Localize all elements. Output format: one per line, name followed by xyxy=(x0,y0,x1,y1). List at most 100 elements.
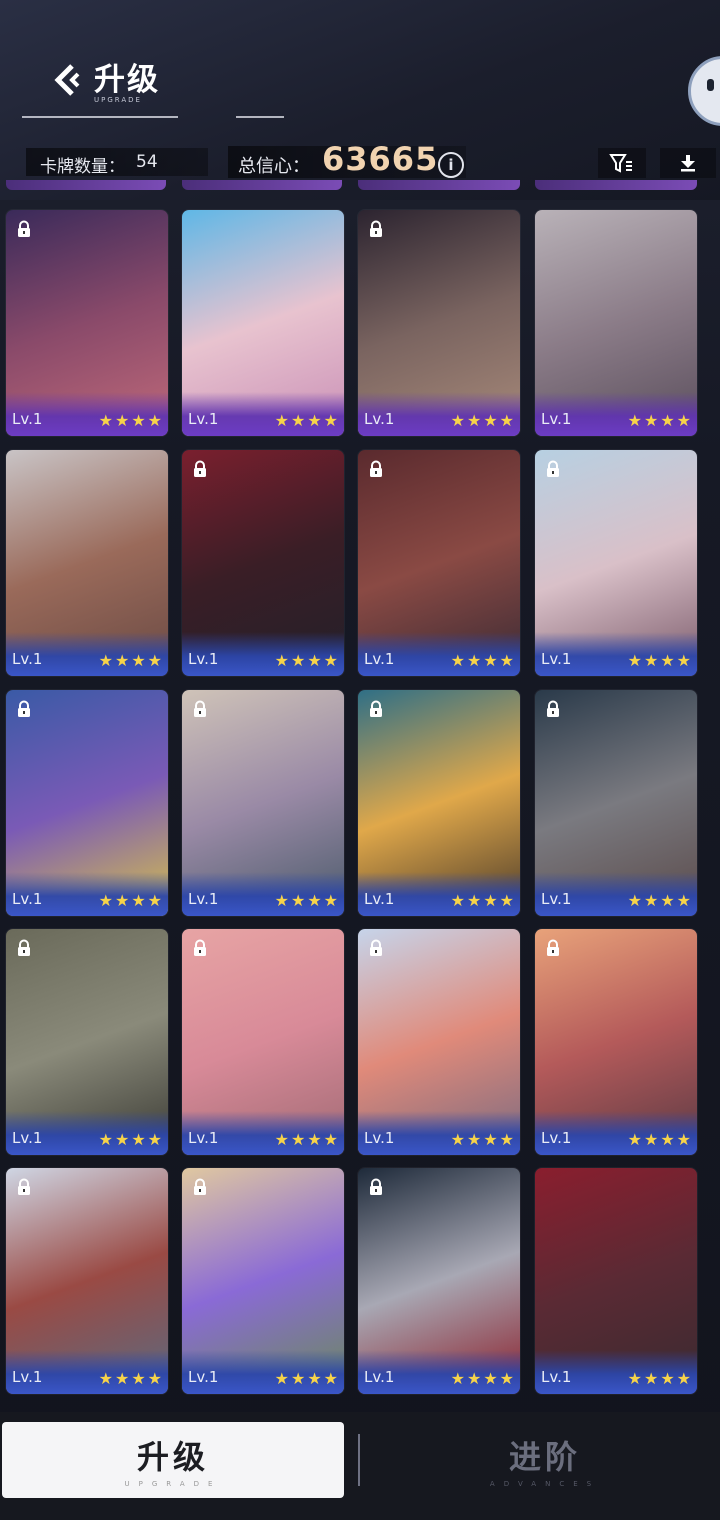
star-icon: ★ xyxy=(643,651,659,670)
page-title-sub: UPGRADE xyxy=(94,96,142,104)
star-icon: ★ xyxy=(98,1369,113,1388)
sort-download-button[interactable] xyxy=(660,148,716,178)
lock-icon xyxy=(194,700,206,717)
card-stars: ★ ★ ★ ★ xyxy=(628,413,691,429)
character-card[interactable]: Lv.1 ★ ★ ★ ★ xyxy=(182,1168,344,1394)
star-icon: ★ xyxy=(627,1369,642,1388)
character-card[interactable]: Lv.1 ★ ★ ★ ★ xyxy=(182,690,344,916)
tab-advance-sub: ADVANCES xyxy=(489,1480,601,1488)
mascot-avatar[interactable] xyxy=(688,56,720,126)
card-level: Lv.1 xyxy=(12,1368,43,1386)
lock-icon xyxy=(370,460,382,477)
card-level: Lv.1 xyxy=(188,410,219,428)
character-card[interactable]: Lv.1 ★ ★ ★ ★ xyxy=(535,929,697,1155)
card-level: Lv.1 xyxy=(12,890,43,908)
star-icon: ★ xyxy=(660,1130,675,1149)
star-icon: ★ xyxy=(131,411,146,430)
lock-icon xyxy=(18,1178,30,1195)
filter-icon xyxy=(609,154,632,173)
star-icon: ★ xyxy=(627,411,642,430)
character-card[interactable]: Lv.1 ★ ★ ★ ★ xyxy=(6,1168,168,1394)
lock-icon xyxy=(547,460,559,477)
card-stars: ★ ★ ★ ★ xyxy=(275,1132,338,1148)
card-stars: ★ ★ ★ ★ xyxy=(628,653,691,669)
star-icon: ★ xyxy=(131,1369,146,1388)
tab-advance-label: 进阶 xyxy=(508,1438,581,1476)
card-level: Lv.1 xyxy=(12,1129,43,1147)
star-icon: ★ xyxy=(290,411,306,430)
character-card[interactable]: Lv.1 ★ ★ ★ ★ xyxy=(182,210,344,436)
character-card[interactable]: Lv.1 ★ ★ ★ ★ xyxy=(358,450,520,676)
star-icon: ★ xyxy=(98,411,113,430)
card-stars: ★ ★ ★ ★ xyxy=(628,1371,691,1387)
back-arrow-icon[interactable] xyxy=(52,62,88,98)
lock-icon xyxy=(547,700,559,717)
star-icon: ★ xyxy=(290,1130,306,1149)
star-icon: ★ xyxy=(307,1130,322,1149)
star-icon: ★ xyxy=(323,1369,338,1388)
character-card[interactable]: Lv.1 ★ ★ ★ ★ xyxy=(535,450,697,676)
star-icon: ★ xyxy=(660,651,675,670)
card-level: Lv.1 xyxy=(364,410,395,428)
card-level: Lv.1 xyxy=(541,650,572,668)
character-card[interactable]: Lv.1 ★ ★ ★ ★ xyxy=(182,450,344,676)
character-card[interactable]: Lv.1 ★ ★ ★ ★ xyxy=(358,929,520,1155)
lock-icon xyxy=(370,220,382,237)
card-level: Lv.1 xyxy=(188,1368,219,1386)
character-card[interactable]: Lv.1 ★ ★ ★ ★ xyxy=(6,450,168,676)
character-card[interactable]: Lv.1 ★ ★ ★ ★ xyxy=(535,1168,697,1394)
star-icon: ★ xyxy=(131,651,146,670)
character-card[interactable]: Lv.1 ★ ★ ★ ★ xyxy=(535,210,697,436)
card-count: 卡牌数量： 54 xyxy=(26,148,208,177)
lock-icon xyxy=(194,1178,206,1195)
total-trust-label: 总信心： xyxy=(238,156,310,177)
card-level: Lv.1 xyxy=(541,410,572,428)
bottom-tab-bar: 升级 UPGRADE 进阶 ADVANCES xyxy=(0,1412,720,1520)
page-title: 升级 xyxy=(94,62,160,98)
tab-advance[interactable]: 进阶 ADVANCES xyxy=(372,1422,718,1498)
total-trust: 总信心： 63665 xyxy=(228,140,466,178)
header-divider xyxy=(22,116,178,118)
character-card[interactable]: Lv.1 ★ ★ ★ ★ xyxy=(358,210,520,436)
star-icon: ★ xyxy=(499,411,514,430)
star-icon: ★ xyxy=(323,411,338,430)
star-icon: ★ xyxy=(274,1369,289,1388)
card-level: Lv.1 xyxy=(364,890,395,908)
character-card[interactable]: Lv.1 ★ ★ ★ ★ xyxy=(358,1168,520,1394)
lock-icon xyxy=(547,939,559,956)
card-stars: ★ ★ ★ ★ xyxy=(275,653,338,669)
star-icon: ★ xyxy=(114,1369,130,1388)
star-icon: ★ xyxy=(660,411,675,430)
info-icon[interactable]: i xyxy=(438,152,464,178)
card-level: Lv.1 xyxy=(12,650,43,668)
star-icon: ★ xyxy=(147,651,162,670)
star-icon: ★ xyxy=(499,1369,514,1388)
card-peek xyxy=(182,180,342,190)
character-card[interactable]: Lv.1 ★ ★ ★ ★ xyxy=(358,690,520,916)
star-icon: ★ xyxy=(627,651,642,670)
card-level: Lv.1 xyxy=(188,1129,219,1147)
star-icon: ★ xyxy=(274,651,289,670)
lock-icon xyxy=(18,700,30,717)
star-icon: ★ xyxy=(643,1369,659,1388)
lock-icon xyxy=(194,939,206,956)
character-card[interactable]: Lv.1 ★ ★ ★ ★ xyxy=(6,929,168,1155)
star-icon: ★ xyxy=(660,891,675,910)
star-icon: ★ xyxy=(290,891,306,910)
star-icon: ★ xyxy=(499,1130,514,1149)
tab-upgrade[interactable]: 升级 UPGRADE xyxy=(2,1422,344,1498)
star-icon: ★ xyxy=(323,651,338,670)
filter-button[interactable] xyxy=(598,148,646,178)
character-card[interactable]: Lv.1 ★ ★ ★ ★ xyxy=(535,690,697,916)
character-card[interactable]: Lv.1 ★ ★ ★ ★ xyxy=(6,690,168,916)
star-icon: ★ xyxy=(483,891,498,910)
star-icon: ★ xyxy=(147,891,162,910)
mascot-eye xyxy=(707,79,714,91)
card-grid[interactable]: Lv.1 ★ ★ ★ ★ Lv.1 ★ ★ ★ ★ Lv.1 ★ ★ ★ ★ Lv.1 ★ ★ ★ ★ Lv.1 ★ ★ ★ ★… xyxy=(0,180,720,1410)
star-icon: ★ xyxy=(466,411,482,430)
character-card[interactable]: Lv.1 ★ ★ ★ ★ xyxy=(6,210,168,436)
card-stars: ★ ★ ★ ★ xyxy=(99,1132,162,1148)
character-card[interactable]: Lv.1 ★ ★ ★ ★ xyxy=(182,929,344,1155)
card-level: Lv.1 xyxy=(364,650,395,668)
star-icon: ★ xyxy=(323,891,338,910)
